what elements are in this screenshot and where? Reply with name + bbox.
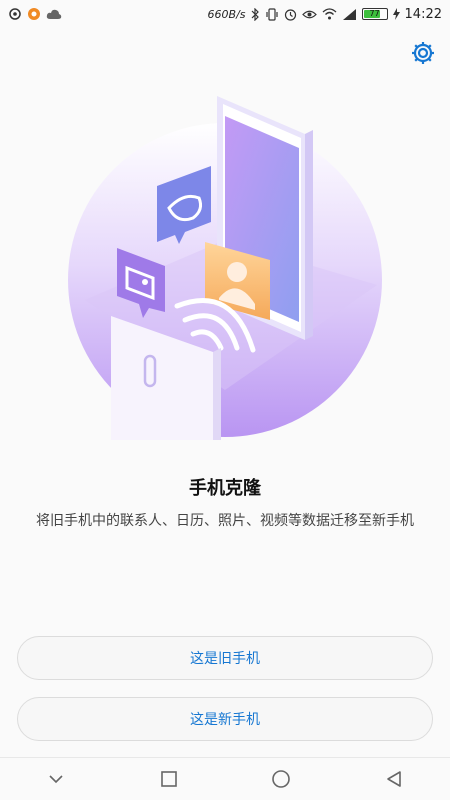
status-bar-right: 660B/s 77 14:22 [208, 7, 450, 22]
wifi-icon [322, 8, 337, 20]
status-bar-left [0, 7, 62, 21]
signal-icon [342, 8, 357, 20]
settings-button[interactable] [410, 40, 436, 66]
uc-browser-icon [27, 7, 41, 21]
phone-clone-illustration [65, 90, 385, 440]
network-speed: 660B/s [207, 7, 246, 21]
status-bar: 660B/s 77 14:22 [0, 0, 450, 28]
eye-comfort-icon [301, 9, 317, 20]
square-icon [160, 771, 177, 787]
battery-icon: 77 [361, 8, 388, 20]
battery-label: 77 [369, 9, 380, 18]
nav-recents-button[interactable] [145, 759, 193, 799]
vibrate-icon [265, 7, 279, 21]
nav-collapse-button[interactable] [32, 759, 80, 799]
nav-home-button[interactable] [257, 759, 305, 799]
new-phone-button[interactable]: 这是新手机 [17, 697, 433, 741]
circle-icon [272, 770, 291, 788]
old-phone-button[interactable]: 这是旧手机 [17, 636, 433, 680]
page-title: 手机克隆 [189, 478, 261, 499]
back-triangle-icon [386, 771, 401, 787]
phone-clone-screen: 660B/s 77 14:22 手机克隆 将旧手机中的联系人、日历、照片、视频等… [0, 0, 450, 800]
clock: 14:22 [404, 6, 442, 22]
weibo-icon [8, 7, 22, 21]
bluetooth-icon [251, 7, 260, 21]
cloud-icon [46, 8, 62, 20]
gear-icon [412, 42, 434, 64]
chevron-down-icon [49, 775, 63, 784]
navigation-bar [0, 757, 450, 800]
nav-back-button[interactable] [370, 759, 418, 799]
charging-icon [392, 8, 400, 20]
alarm-icon [284, 8, 297, 21]
page-description: 将旧手机中的联系人、日历、照片、视频等数据迁移至新手机 [36, 513, 414, 529]
